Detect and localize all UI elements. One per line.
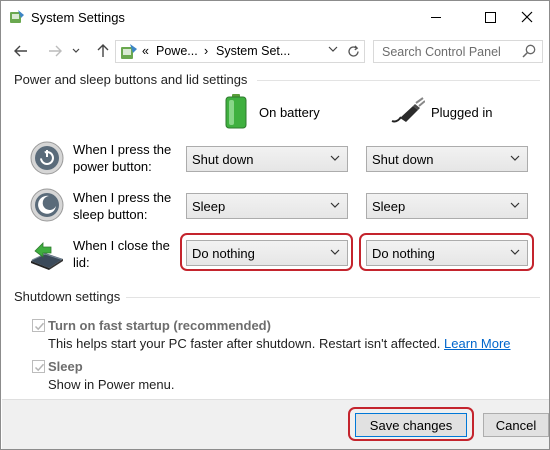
checkmark-icon (34, 363, 45, 372)
sleep-button-plugged-select[interactable]: Sleep (366, 193, 528, 219)
lid-plugged-select[interactable]: Do nothing (366, 240, 528, 266)
laptop-lid-icon (31, 242, 63, 270)
section-divider (257, 80, 540, 81)
lid-battery-select[interactable]: Do nothing (186, 240, 348, 266)
maximize-icon (484, 11, 496, 23)
column-label-plugged-in: Plugged in (431, 105, 493, 120)
search-box[interactable] (373, 40, 543, 63)
battery-icon (225, 94, 247, 129)
address-bar[interactable]: « Powe... › System Set... (115, 40, 365, 63)
system-settings-window: System Settings « Powe... › System Set..… (0, 0, 550, 450)
back-button[interactable] (11, 41, 31, 61)
power-button-battery-select[interactable]: Shut down (186, 146, 348, 172)
save-changes-button[interactable]: Save changes (355, 413, 467, 437)
breadcrumb-power-options[interactable]: Powe... (156, 44, 198, 58)
title-bar[interactable]: System Settings (1, 1, 549, 33)
row-label-sleep-button: When I press the sleep button: (73, 190, 172, 222)
refresh-icon (348, 45, 359, 57)
fast-startup-description: This helps start your PC faster after sh… (48, 336, 511, 351)
power-button-plugged-select[interactable]: Shut down (366, 146, 528, 172)
chevron-down-icon (328, 46, 338, 52)
power-section-heading: Power and sleep buttons and lid settings (14, 72, 248, 87)
fast-startup-label: Turn on fast startup (recommended) (48, 318, 271, 333)
control-panel-icon (121, 44, 137, 59)
learn-more-link[interactable]: Learn More (444, 336, 510, 351)
select-value: Shut down (372, 152, 434, 167)
recent-locations-button[interactable] (69, 41, 83, 61)
fast-startup-checkbox[interactable] (32, 319, 45, 332)
checkmark-icon (34, 322, 45, 331)
arrow-up-icon (97, 44, 109, 57)
control-panel-icon (10, 10, 24, 23)
sleep-button-icon (30, 188, 64, 222)
power-plug-icon (391, 97, 425, 123)
chevron-down-icon (510, 155, 520, 161)
breadcrumb-system-settings[interactable]: System Set... (216, 44, 290, 58)
chevron-down-icon (330, 202, 340, 208)
cancel-button[interactable]: Cancel (483, 413, 549, 437)
address-overflow[interactable]: « (142, 44, 149, 58)
window-title: System Settings (31, 10, 125, 25)
minimize-button[interactable] (413, 1, 459, 33)
address-history-button[interactable] (328, 44, 338, 57)
navigation-bar: « Powe... › System Set... (1, 37, 549, 65)
chevron-down-icon (510, 202, 520, 208)
forward-button[interactable] (45, 41, 65, 61)
chevron-down-icon (330, 249, 340, 255)
search-icon[interactable] (522, 44, 536, 58)
sleep-checkbox[interactable] (32, 360, 45, 373)
breadcrumb-separator: › (204, 44, 209, 58)
chevron-down-icon (330, 155, 340, 161)
arrow-right-icon (49, 45, 62, 57)
select-value: Sleep (192, 199, 226, 214)
select-value: Sleep (372, 199, 406, 214)
footer-bar: Save changes Cancel (2, 399, 549, 449)
close-button[interactable] (504, 1, 550, 33)
chevron-down-icon (72, 48, 80, 53)
row-label-lid: When I close the lid: (73, 238, 170, 270)
section-divider (126, 297, 540, 298)
search-input[interactable] (374, 41, 514, 62)
sleep-description: Show in Power menu. (48, 377, 175, 392)
select-value: Do nothing (192, 246, 255, 261)
select-value: Do nothing (372, 246, 435, 261)
fast-startup-description-text: This helps start your PC faster after sh… (48, 336, 441, 351)
column-header-battery: On battery (223, 93, 333, 129)
sleep-button-battery-select[interactable]: Sleep (186, 193, 348, 219)
arrow-left-icon (14, 45, 27, 57)
refresh-button[interactable] (343, 40, 365, 63)
select-value: Shut down (192, 152, 254, 167)
minimize-icon (431, 16, 441, 18)
chevron-down-icon (510, 249, 520, 255)
sleep-label: Sleep (48, 359, 83, 374)
power-button-icon (30, 141, 64, 175)
up-button[interactable] (93, 41, 113, 61)
column-header-plugged-in: Plugged in (391, 93, 511, 129)
row-label-power-button: When I press the power button: (73, 142, 172, 174)
column-label-battery: On battery (259, 105, 320, 120)
shutdown-section-heading: Shutdown settings (14, 289, 121, 304)
close-icon (521, 11, 533, 23)
